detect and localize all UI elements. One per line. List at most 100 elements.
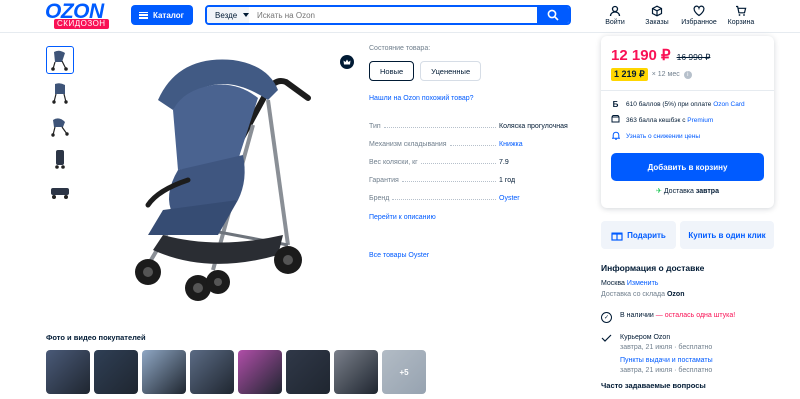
- condition-new-button[interactable]: Новые: [369, 61, 415, 81]
- login-label: Войти: [605, 19, 625, 26]
- spec-key: Вес коляски, кг: [369, 159, 418, 166]
- customer-photo[interactable]: [286, 350, 330, 394]
- cart-icon: [736, 5, 747, 16]
- warehouse-prefix: Доставка со склада: [601, 291, 666, 298]
- spec-value-link[interactable]: Книжка: [499, 141, 584, 148]
- specs-list: Тип Коляска прогулочная Механизм складыва…: [369, 112, 584, 202]
- delivery-city: Москва: [601, 280, 625, 287]
- spec-row: Бренд Oyster: [369, 184, 584, 202]
- cart-label: Корзина: [727, 19, 755, 26]
- gift-label: Подарить: [627, 230, 666, 240]
- gift-icon: [611, 232, 623, 241]
- delivery-info: Информация о доставке Москва Изменить До…: [601, 263, 781, 374]
- spec-value: Коляска прогулочная: [499, 123, 568, 130]
- faq-heading[interactable]: Часто задаваемые вопросы: [601, 381, 706, 390]
- user-icon: [609, 5, 621, 17]
- current-price: 12 190 ₽: [611, 47, 671, 64]
- search-scope-label: Везде: [215, 10, 238, 20]
- spec-key: Механизм складывания: [369, 141, 447, 148]
- points-row: Б 610 баллов (5%) при оплате Ozon Card: [611, 100, 764, 109]
- stock-text: В наличии: [620, 312, 654, 319]
- condition-label: Состояние товара:: [369, 45, 431, 52]
- found-cheaper-link[interactable]: Нашли на Ozon похожий товар?: [369, 95, 584, 102]
- spec-value: 1 год: [499, 177, 516, 184]
- thumbnail-5[interactable]: [46, 178, 74, 206]
- orders-button[interactable]: Заказы: [636, 3, 678, 26]
- premium-link[interactable]: Premium: [687, 117, 713, 124]
- ozon-logo[interactable]: OZON СКИДОЗОН: [45, 0, 115, 29]
- logo-sub-text: СКИДОЗОН: [54, 19, 109, 29]
- ozon-points-icon: Б: [612, 100, 619, 109]
- courier-row: Курьером Ozon завтра, 21 июля · бесплатн…: [601, 334, 781, 374]
- spec-key: Бренд: [369, 195, 390, 202]
- spec-value: 7.9: [499, 159, 509, 166]
- one-click-buy-button[interactable]: Купить в один клик: [680, 221, 774, 249]
- product-info: Состояние товара: Новые Уцененные Нашли …: [369, 45, 584, 221]
- customer-photo[interactable]: [142, 350, 186, 394]
- login-button[interactable]: Войти: [594, 3, 636, 26]
- customer-photo[interactable]: +5: [382, 350, 426, 394]
- catalog-label: Каталог: [153, 10, 184, 20]
- spec-row: Гарантия 1 год: [369, 166, 584, 184]
- thumbnail-list: [46, 46, 75, 211]
- delivery-day: завтра: [695, 188, 719, 195]
- brand-badge-icon[interactable]: [340, 55, 354, 69]
- site-header: OZON СКИДОЗОН Каталог Везде Войти Заказы…: [0, 0, 800, 33]
- price-block: 12 190 ₽ 16 990 ₽: [611, 46, 764, 64]
- stroller-thumbnail-image: [51, 50, 68, 71]
- delivery-title: Информация о доставке: [601, 263, 705, 273]
- installment-block[interactable]: 1 219 ₽ × 12 мес i: [611, 68, 764, 81]
- customer-photo[interactable]: [46, 350, 90, 394]
- thumbnail-3[interactable]: [46, 112, 74, 140]
- spec-key: Тип: [369, 123, 381, 130]
- cart-button[interactable]: Корзина: [720, 3, 762, 26]
- spec-row: Вес коляски, кг 7.9: [369, 148, 584, 166]
- stroller-thumbnail-image: [51, 188, 69, 199]
- check-icon: ✓: [601, 312, 612, 323]
- customer-photos-strip: +5: [46, 350, 426, 394]
- price-alert-row[interactable]: Узнать о снижении цены: [610, 131, 764, 142]
- go-to-description-link[interactable]: Перейти к описанию: [369, 214, 584, 221]
- favorites-button[interactable]: Избранное: [678, 3, 720, 26]
- courier-icon: [601, 334, 612, 374]
- search-scope-select[interactable]: Везде: [207, 7, 249, 23]
- thumbnail-1[interactable]: [46, 46, 74, 74]
- courier-label: Курьером Ozon: [620, 334, 671, 341]
- change-city-link[interactable]: Изменить: [627, 280, 659, 287]
- warehouse-name: Ozon: [666, 291, 685, 298]
- thumbnail-4[interactable]: [46, 145, 74, 173]
- all-brand-products-link[interactable]: Все товары Oyster: [369, 252, 429, 259]
- price-alert-link[interactable]: Узнать о снижении цены: [626, 133, 700, 140]
- stock-warning: — осталась одна штука!: [655, 312, 736, 319]
- catalog-button[interactable]: Каталог: [131, 5, 193, 25]
- gift-button[interactable]: Подарить: [601, 221, 676, 249]
- crown-icon: [343, 59, 351, 65]
- customer-photo[interactable]: [190, 350, 234, 394]
- info-icon[interactable]: i: [683, 70, 692, 79]
- add-to-cart-button[interactable]: Добавить в корзину: [611, 153, 764, 181]
- ozon-card-link[interactable]: Ozon Card: [713, 101, 744, 108]
- thumbnail-2[interactable]: [46, 79, 74, 107]
- divider: [601, 90, 774, 91]
- delivery-note: ✈ Доставка завтра: [611, 187, 764, 195]
- cashback-row: 363 балла кешбэк с Premium: [611, 115, 764, 125]
- customer-photo[interactable]: [238, 350, 282, 394]
- courier-time: завтра, 21 июля · бесплатно: [620, 344, 713, 351]
- search-input[interactable]: [249, 7, 537, 23]
- installment-amount: 1 219 ₽: [611, 68, 648, 81]
- condition-discounted-button[interactable]: Уцененные: [420, 61, 482, 81]
- installment-terms: × 12 мес: [651, 71, 680, 78]
- search-button[interactable]: [537, 7, 569, 23]
- bell-icon: [610, 131, 621, 142]
- pickup-points-link[interactable]: Пункты выдачи и постаматы: [620, 357, 713, 364]
- favorites-label: Избранное: [681, 19, 717, 26]
- product-main-image[interactable]: [118, 50, 328, 310]
- stroller-thumbnail-image: [51, 118, 69, 137]
- customer-photo[interactable]: [334, 350, 378, 394]
- customer-photo[interactable]: [94, 350, 138, 394]
- delivery-city-row: Москва Изменить: [601, 280, 781, 287]
- spec-value-link[interactable]: Oyster: [499, 195, 584, 202]
- stroller-thumbnail-image: [55, 150, 65, 169]
- spec-row: Механизм складывания Книжка: [369, 130, 584, 148]
- warehouse-row: Доставка со склада Ozon: [601, 291, 781, 298]
